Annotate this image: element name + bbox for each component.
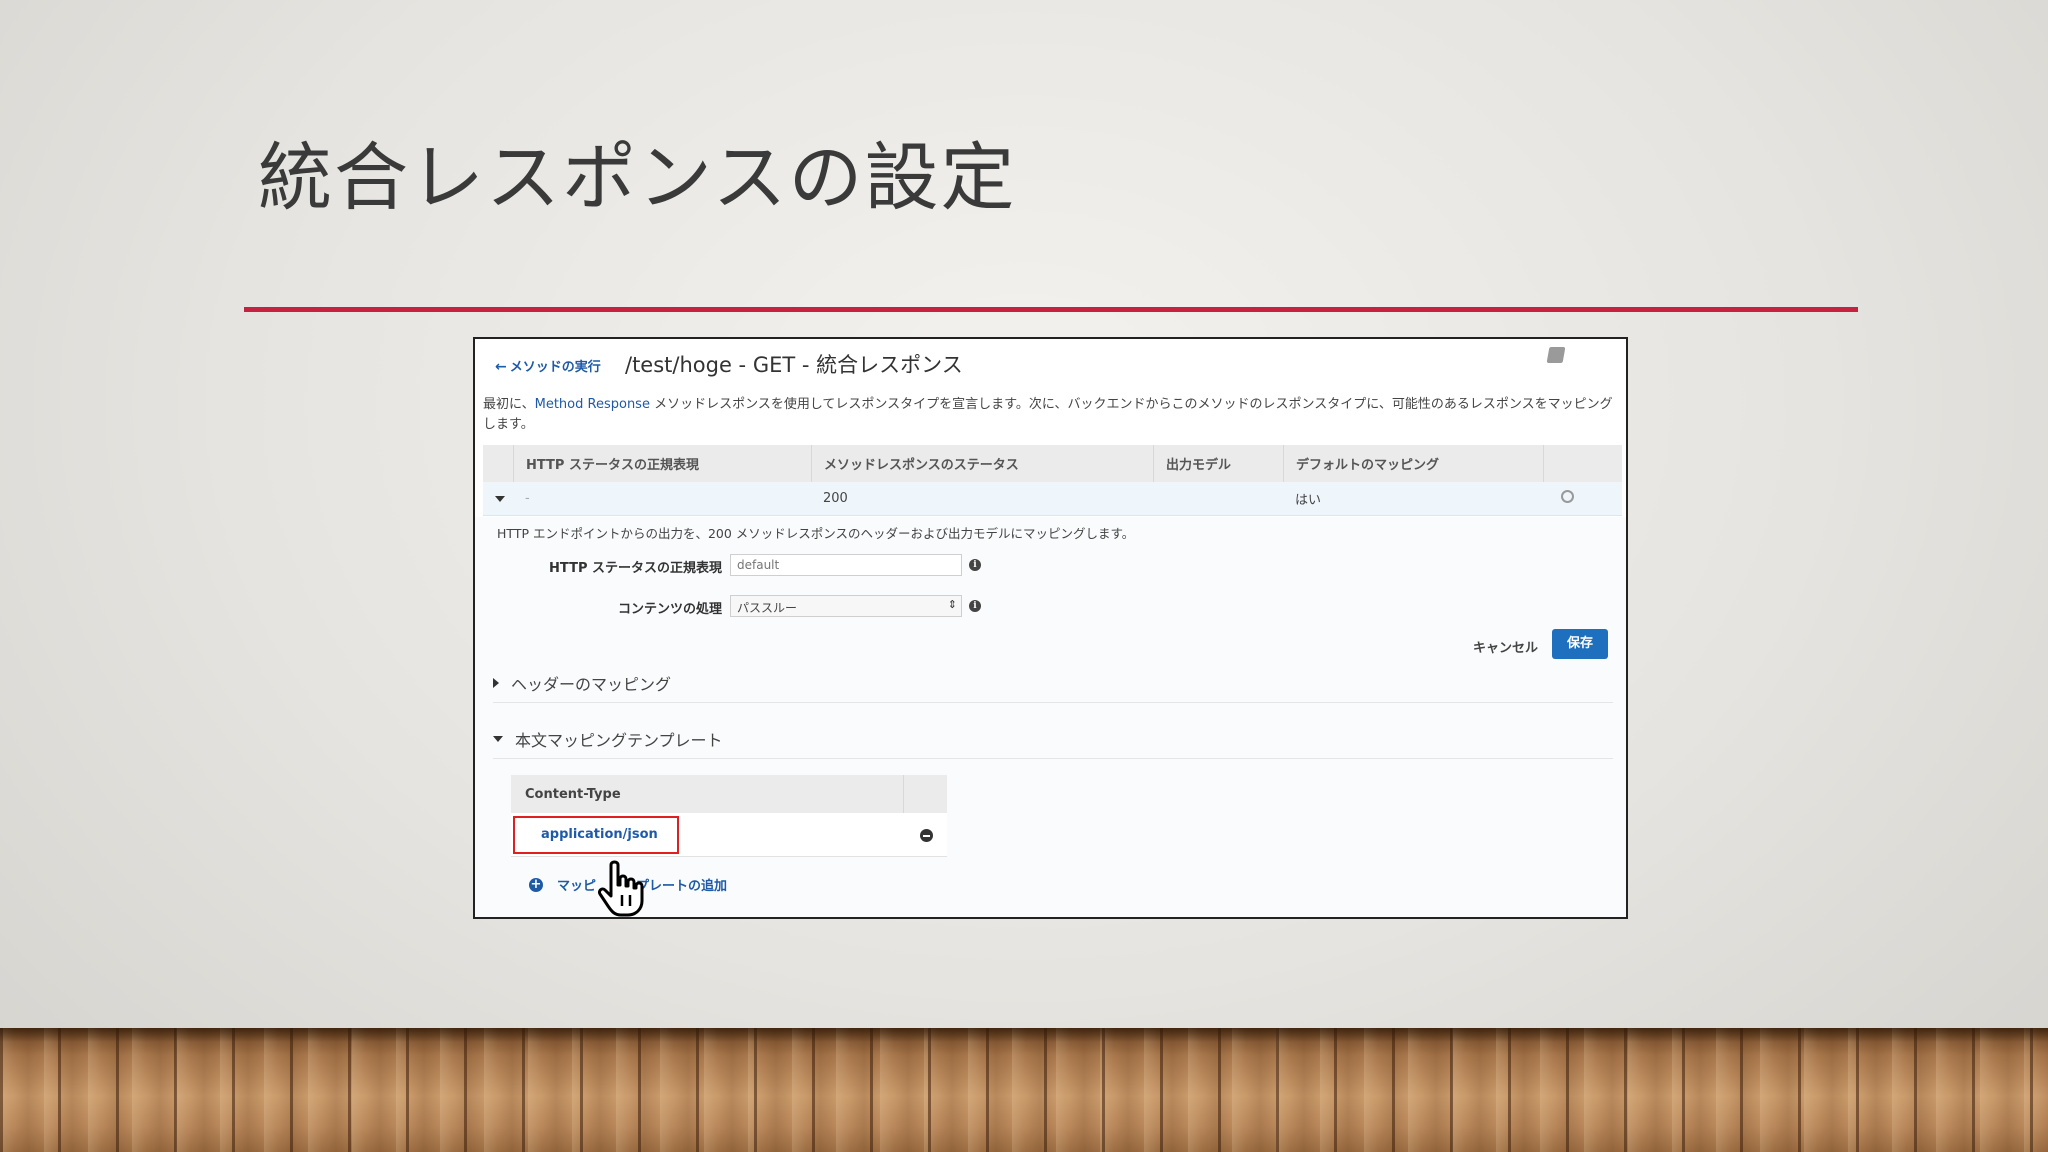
detail-description: HTTP エンドポイントからの出力を、200 メソッドレスポンスのヘッダーおよび…	[497, 526, 1135, 541]
header-default-mapping: デフォルトのマッピング	[1283, 445, 1543, 482]
add-template-label-start: マッピ	[557, 879, 597, 894]
back-to-method-execution-link[interactable]: ← メソッドの実行	[495, 356, 601, 375]
console-screenshot: ← メソッドの実行 /test/hoge - GET - 統合レスポンス 最初に、…	[473, 337, 1628, 919]
table-header: HTTP ステータスの正規表現 メソッドレスポンスのステータス 出力モデル デフ…	[483, 445, 1622, 482]
method-response-link[interactable]: Method Response	[535, 397, 650, 412]
cancel-button[interactable]: キャンセル	[1473, 637, 1538, 656]
header-regex: HTTP ステータスの正規表現	[513, 445, 811, 482]
hand-pointer-icon	[598, 860, 644, 917]
save-button[interactable]: 保存	[1552, 629, 1608, 659]
content-handling-value: パススルー	[737, 601, 798, 615]
caret-down-icon	[495, 496, 505, 502]
status-regex-input[interactable]	[730, 554, 962, 576]
console-topbar: ← メソッドの実行 /test/hoge - GET - 統合レスポンス	[475, 339, 1626, 385]
header-mapping-label: ヘッダーのマッピング	[511, 674, 672, 694]
sort-arrows-icon: ⇕	[947, 598, 957, 611]
response-detail-panel: HTTP エンドポイントからの出力を、200 メソッドレスポンスのヘッダーおよび…	[475, 517, 1626, 917]
header-mapping-section[interactable]: ヘッダーのマッピング	[493, 663, 1613, 703]
body-template-label: 本文マッピングテンプレート	[515, 730, 723, 750]
remove-circle-icon[interactable]	[1561, 490, 1574, 503]
intro-text: 最初に、Method Response メソッドレスポンスを使用してレスポンスタ…	[483, 395, 1618, 435]
table-row: application/json	[511, 813, 947, 857]
content-type-link[interactable]: application/json	[513, 815, 679, 854]
body-template-section[interactable]: 本文マッピングテンプレート	[493, 719, 1613, 759]
caret-down-icon	[493, 735, 503, 742]
integration-response-table: HTTP ステータスの正規表現 メソッドレスポンスのステータス 出力モデル デフ…	[483, 445, 1622, 516]
back-link-label: メソッドの実行	[509, 360, 601, 375]
remove-icon[interactable]	[920, 829, 933, 842]
resource-title: /test/hoge - GET - 統合レスポンス	[625, 353, 963, 377]
header-actions	[1543, 445, 1622, 482]
content-handling-label: コンテンツの処理	[617, 602, 722, 617]
info-icon[interactable]: i	[969, 600, 981, 612]
book-icon[interactable]	[1546, 347, 1566, 363]
slide-title: 統合レスポンスの設定	[258, 135, 1017, 221]
row-regex: -	[525, 491, 530, 506]
table-row[interactable]: - 200 はい	[483, 482, 1622, 516]
regex-label: HTTP ステータスの正規表現	[549, 561, 722, 576]
content-type-header: Content-Type	[511, 775, 947, 813]
row-delete[interactable]	[1543, 490, 1622, 507]
row-toggle[interactable]	[483, 491, 513, 506]
info-icon[interactable]: i	[969, 559, 981, 571]
content-type-header-actions	[903, 775, 947, 813]
header-output-model: 出力モデル	[1153, 445, 1283, 482]
content-handling-select[interactable]: パススルー ⇕	[730, 595, 962, 617]
header-spacer	[483, 445, 513, 482]
content-type-header-label: Content-Type	[525, 786, 621, 802]
plus-circle-icon: +	[529, 876, 543, 892]
caret-right-icon	[493, 677, 499, 688]
intro-body: メソッドレスポンスを使用してレスポンスタイプを宣言します。次に、バックエンドから…	[483, 397, 1613, 432]
content-type-table: Content-Type application/json	[511, 775, 947, 857]
row-default-mapping: はい	[1295, 493, 1322, 508]
intro-prefix: 最初に、	[483, 397, 535, 412]
title-divider	[244, 307, 1858, 312]
arrow-left-icon: ←	[495, 359, 507, 375]
header-method-status: メソッドレスポンスのステータス	[811, 445, 1153, 482]
row-status: 200	[823, 491, 848, 506]
wood-floor	[0, 1028, 2048, 1152]
